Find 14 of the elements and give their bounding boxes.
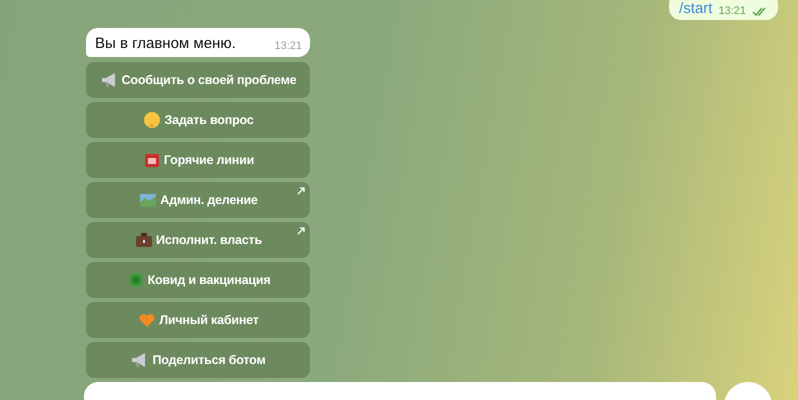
emoji-icon <box>142 110 162 130</box>
keyboard-button[interactable]: Админ. деление <box>86 182 310 218</box>
message-time: 13:21 <box>718 5 746 17</box>
message-text: Вы в главном меню. <box>95 35 236 52</box>
keyboard-button[interactable]: Задать вопрос <box>86 102 310 138</box>
keyboard-button[interactable]: Ковид и вакцинация <box>86 262 310 298</box>
keyboard-button[interactable]: Сообщить о своей проблеме <box>86 62 310 98</box>
briefcase-icon <box>134 230 154 250</box>
keyboard-button[interactable]: Поделиться ботом <box>86 342 310 378</box>
message-time: 13:21 <box>274 40 302 52</box>
keyboard-button[interactable]: Исполнит. власть <box>86 222 310 258</box>
keyboard-button[interactable]: Личный кабинет <box>86 302 310 338</box>
message-text: /start <box>679 0 712 17</box>
keyboard-button[interactable]: Горячие линии <box>86 142 310 178</box>
